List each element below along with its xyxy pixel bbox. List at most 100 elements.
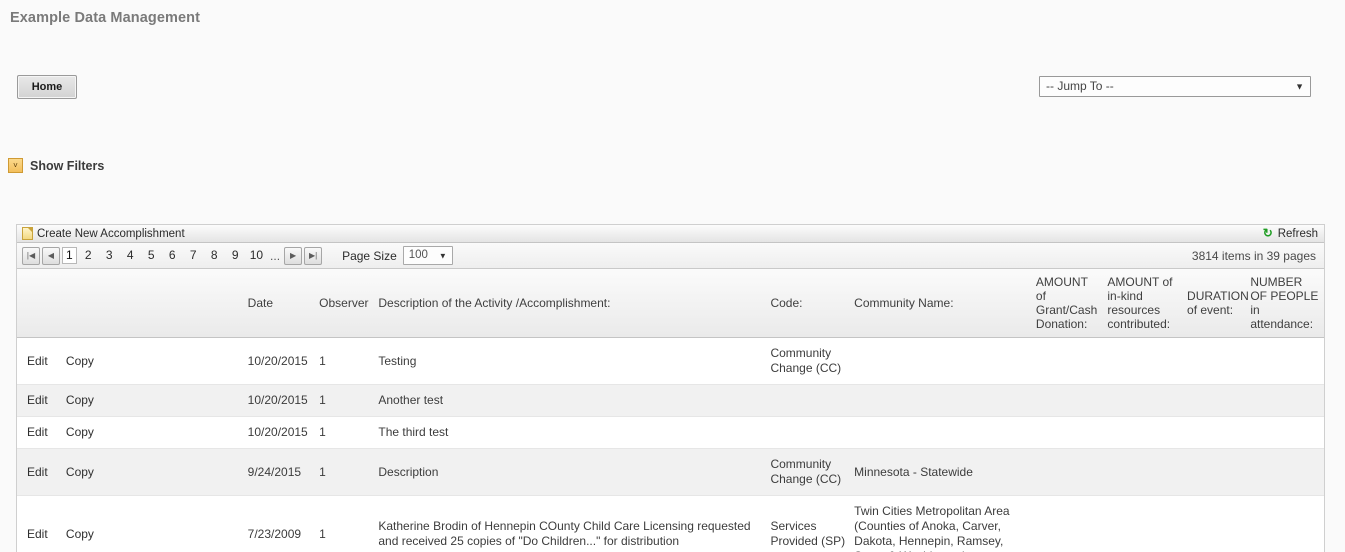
row-duration-cell [1183, 337, 1247, 385]
col-header-date[interactable]: Date [243, 269, 316, 338]
col-header-edit [17, 269, 62, 338]
row-community-cell: Twin Cities Metropolitan Area (Counties … [850, 495, 1032, 552]
row-date-cell: 10/20/2015 [243, 416, 316, 449]
pager-next-button[interactable]: ▶ [284, 246, 303, 265]
row-edit-cell: Edit [17, 337, 62, 385]
pager-prev-button[interactable]: ◀ [42, 246, 60, 265]
grid-command-bar: Create New Accomplishment ↻ Refresh [17, 224, 1324, 243]
row-copy-cell: Copy [61, 495, 124, 552]
pager-page-9[interactable]: 9 [226, 247, 245, 264]
col-header-amount-inkind[interactable]: AMOUNT of in-kind resources contributed: [1103, 269, 1184, 338]
jump-to-dropdown[interactable]: -- Jump To -- ▼ [1039, 76, 1311, 97]
refresh-icon: ↻ [1262, 226, 1273, 240]
row-spacer-cell [123, 337, 244, 385]
edit-link[interactable]: Edit [27, 425, 48, 439]
copy-link[interactable]: Copy [66, 527, 94, 541]
pager-page-2[interactable]: 2 [79, 247, 98, 264]
col-header-copy [61, 269, 124, 338]
row-date-cell: 9/24/2015 [243, 448, 316, 496]
row-attendance-cell [1246, 448, 1324, 496]
pager-page-8[interactable]: 8 [205, 247, 224, 264]
pager-page-6[interactable]: 6 [163, 247, 182, 264]
edit-link[interactable]: Edit [27, 393, 48, 407]
pager-page-10[interactable]: 10 [247, 247, 266, 264]
pager-page-3[interactable]: 3 [100, 247, 119, 264]
pager-page-4[interactable]: 4 [121, 247, 140, 264]
home-button[interactable]: Home [17, 75, 77, 99]
row-observer-cell: 1 [315, 337, 375, 385]
row-date-cell: 10/20/2015 [243, 384, 316, 417]
col-header-description[interactable]: Description of the Activity /Accomplishm… [374, 269, 767, 338]
row-duration-cell [1183, 495, 1247, 552]
col-header-observer[interactable]: Observer [315, 269, 375, 338]
row-spacer-cell [123, 495, 244, 552]
edit-link[interactable]: Edit [27, 527, 48, 541]
pager-status: 3814 items in 39 pages [1191, 248, 1316, 263]
copy-link[interactable]: Copy [66, 393, 94, 407]
pager-first-button[interactable]: |◀ [22, 246, 40, 265]
row-description-cell: The third test [374, 416, 767, 449]
row-amount-inkind-cell [1103, 384, 1184, 417]
row-amount-inkind-cell [1103, 416, 1184, 449]
copy-link[interactable]: Copy [66, 354, 94, 368]
col-header-community[interactable]: Community Name: [850, 269, 1032, 338]
copy-link[interactable]: Copy [66, 425, 94, 439]
row-edit-cell: Edit [17, 384, 62, 417]
row-spacer-cell [123, 384, 244, 417]
row-observer-cell: 1 [315, 416, 375, 449]
row-attendance-cell [1246, 337, 1324, 385]
row-amount-grant-cell [1031, 384, 1104, 417]
row-date-cell: 7/23/2009 [243, 495, 316, 552]
page-title: Example Data Management [10, 10, 201, 26]
edit-link[interactable]: Edit [27, 465, 48, 479]
table-header: Date Observer Description of the Activit… [17, 269, 1324, 338]
row-attendance-cell [1246, 384, 1324, 417]
col-header-duration[interactable]: DURATION of event: [1183, 269, 1249, 338]
pager-last-button[interactable]: ▶| [304, 246, 323, 265]
table-row: Edit Copy 10/20/2015 1 The third test [17, 416, 1324, 449]
row-edit-cell: Edit [17, 495, 62, 552]
edit-link[interactable]: Edit [27, 354, 48, 368]
row-code-cell: Services Provided (SP) [766, 495, 851, 552]
document-icon [22, 227, 33, 240]
col-header-attendance[interactable]: NUMBER OF PEOPLE in attendance: [1246, 269, 1324, 338]
pager-page-1[interactable]: 1 [62, 247, 77, 264]
show-filters-toggle[interactable]: ˅ Show Filters [8, 158, 104, 173]
row-code-cell: Community Change (CC) [766, 337, 851, 385]
row-date-cell: 10/20/2015 [243, 337, 316, 385]
col-header-code[interactable]: Code: [766, 269, 851, 338]
show-filters-label: Show Filters [30, 158, 105, 173]
accomplishments-table: Date Observer Description of the Activit… [17, 269, 1324, 552]
chevron-down-icon: ▼ [1295, 81, 1304, 91]
copy-link[interactable]: Copy [66, 465, 94, 479]
row-code-cell [766, 384, 851, 417]
row-edit-cell: Edit [17, 416, 62, 449]
create-new-accomplishment-button[interactable]: Create New Accomplishment [22, 227, 185, 240]
row-community-cell [850, 384, 1032, 417]
row-amount-grant-cell [1031, 337, 1104, 385]
row-copy-cell: Copy [61, 337, 124, 385]
pager-ellipsis[interactable]: ... [268, 249, 282, 263]
row-attendance-cell [1246, 495, 1324, 552]
chevron-down-icon[interactable]: ˅ [8, 158, 23, 173]
table-row: Edit Copy 9/24/2015 1 Description Community C… [17, 448, 1324, 496]
row-description-cell: Description [374, 448, 767, 496]
page-size-value: 100 [408, 249, 428, 261]
row-duration-cell [1183, 384, 1247, 417]
table-row: Edit Copy 10/20/2015 1 Another test [17, 384, 1324, 417]
pager-page-7[interactable]: 7 [184, 247, 203, 264]
row-observer-cell: 1 [315, 384, 375, 417]
page-size-dropdown[interactable]: 100 ▼ [402, 246, 453, 265]
row-edit-cell: Edit [17, 448, 62, 496]
pager-page-5[interactable]: 5 [142, 247, 161, 264]
row-duration-cell [1183, 416, 1247, 449]
row-community-cell: Minnesota - Statewide [850, 448, 1032, 496]
row-amount-grant-cell [1031, 416, 1104, 449]
col-header-amount-grant[interactable]: AMOUNT of Grant/Cash Donation: [1031, 269, 1104, 338]
row-amount-inkind-cell [1103, 337, 1184, 385]
row-community-cell [850, 416, 1032, 449]
row-amount-grant-cell [1031, 448, 1104, 496]
refresh-button[interactable]: ↻ Refresh [1262, 226, 1318, 240]
page-size-label: Page Size [342, 248, 397, 263]
table-body: Edit Copy 10/20/2015 1 Testing Community Chan… [17, 337, 1324, 552]
